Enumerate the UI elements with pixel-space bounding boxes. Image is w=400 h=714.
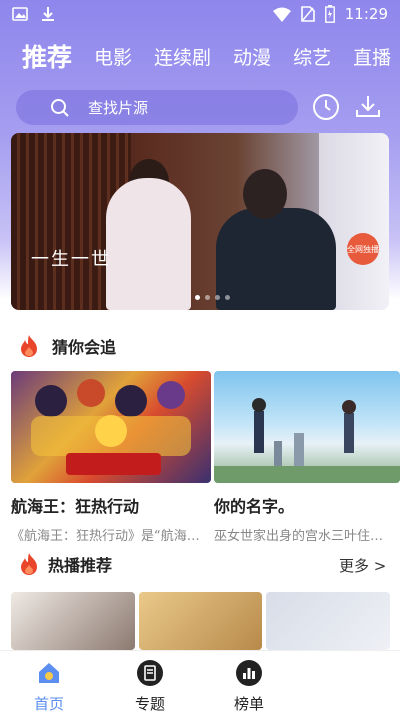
banner-actress	[106, 178, 191, 310]
guess-card[interactable]: 你的名字。 巫女世家出身的宫水三叶住在…	[214, 371, 400, 544]
poster-one-piece	[11, 371, 211, 483]
history-icon[interactable]	[312, 93, 340, 121]
poster-art	[214, 398, 400, 483]
clock-time: 11:29	[344, 5, 388, 23]
banner-pagination	[195, 295, 230, 300]
card-description: 巫女世家出身的宫水三叶住在…	[214, 529, 390, 544]
category-tabs: 推荐 电影 连续剧 动漫 综艺 直播	[0, 36, 400, 76]
pagination-dot	[225, 295, 230, 300]
home-icon	[39, 663, 59, 683]
flame-icon	[21, 335, 37, 357]
tabbar-ranking[interactable]: 榜单	[219, 659, 279, 714]
flame-icon	[21, 553, 37, 575]
card-description: 《航海王：狂热行动》是“航海…	[11, 529, 200, 544]
search-icon	[51, 98, 69, 117]
hot-poster[interactable]	[11, 592, 135, 650]
hot-poster[interactable]	[139, 592, 262, 650]
tab-movies[interactable]: 电影	[94, 43, 132, 70]
image-icon	[12, 7, 28, 21]
tab-recommend[interactable]: 推荐	[22, 38, 72, 74]
card-title: 你的名字。	[214, 497, 295, 516]
banner-exclusive-badge: 全网独播	[347, 233, 379, 265]
section-guess-title: 猜你会追	[52, 338, 117, 357]
tabbar-topic[interactable]: 专题	[120, 659, 180, 714]
battery-icon	[324, 5, 335, 23]
guess-card[interactable]: 航海王：狂热行动 《航海王：狂热行动》是“航海…	[11, 371, 211, 544]
tab-variety[interactable]: 综艺	[293, 43, 331, 70]
hot-poster[interactable]	[266, 592, 390, 650]
bottom-tab-bar: 首页 专题 榜单	[0, 650, 400, 714]
tab-anime[interactable]: 动漫	[233, 43, 271, 70]
more-link[interactable]: 更多 >	[339, 555, 386, 576]
pagination-dot	[215, 295, 220, 300]
download-icon	[42, 7, 54, 21]
section-hot-title: 热播推荐	[48, 556, 113, 575]
banner-show-title: 一生一世	[31, 249, 111, 270]
tabbar-home[interactable]: 首页	[19, 659, 79, 714]
status-bar: 11:29	[0, 0, 400, 28]
pagination-dot	[205, 295, 210, 300]
hero-banner[interactable]: 一生一世 全网独播	[11, 133, 389, 310]
tab-live[interactable]: 直播	[353, 43, 391, 70]
tab-series[interactable]: 连续剧	[154, 43, 211, 70]
search-bar[interactable]: 查找片源	[16, 90, 298, 125]
pagination-dot	[195, 295, 200, 300]
download-manager-icon[interactable]	[354, 93, 382, 121]
banner-actor-head	[243, 169, 287, 219]
section-hot-header: 热播推荐	[18, 552, 112, 576]
poster-art	[31, 379, 191, 475]
search-placeholder: 查找片源	[88, 99, 149, 117]
sim-icon	[300, 6, 315, 22]
card-title: 航海王：狂热行动	[11, 497, 140, 516]
chart-icon	[236, 660, 262, 686]
topic-icon	[137, 660, 163, 686]
wifi-icon	[272, 7, 291, 22]
poster-your-name	[214, 371, 400, 483]
section-guess-header: 猜你会追	[18, 334, 116, 358]
banner-actor	[216, 208, 336, 310]
